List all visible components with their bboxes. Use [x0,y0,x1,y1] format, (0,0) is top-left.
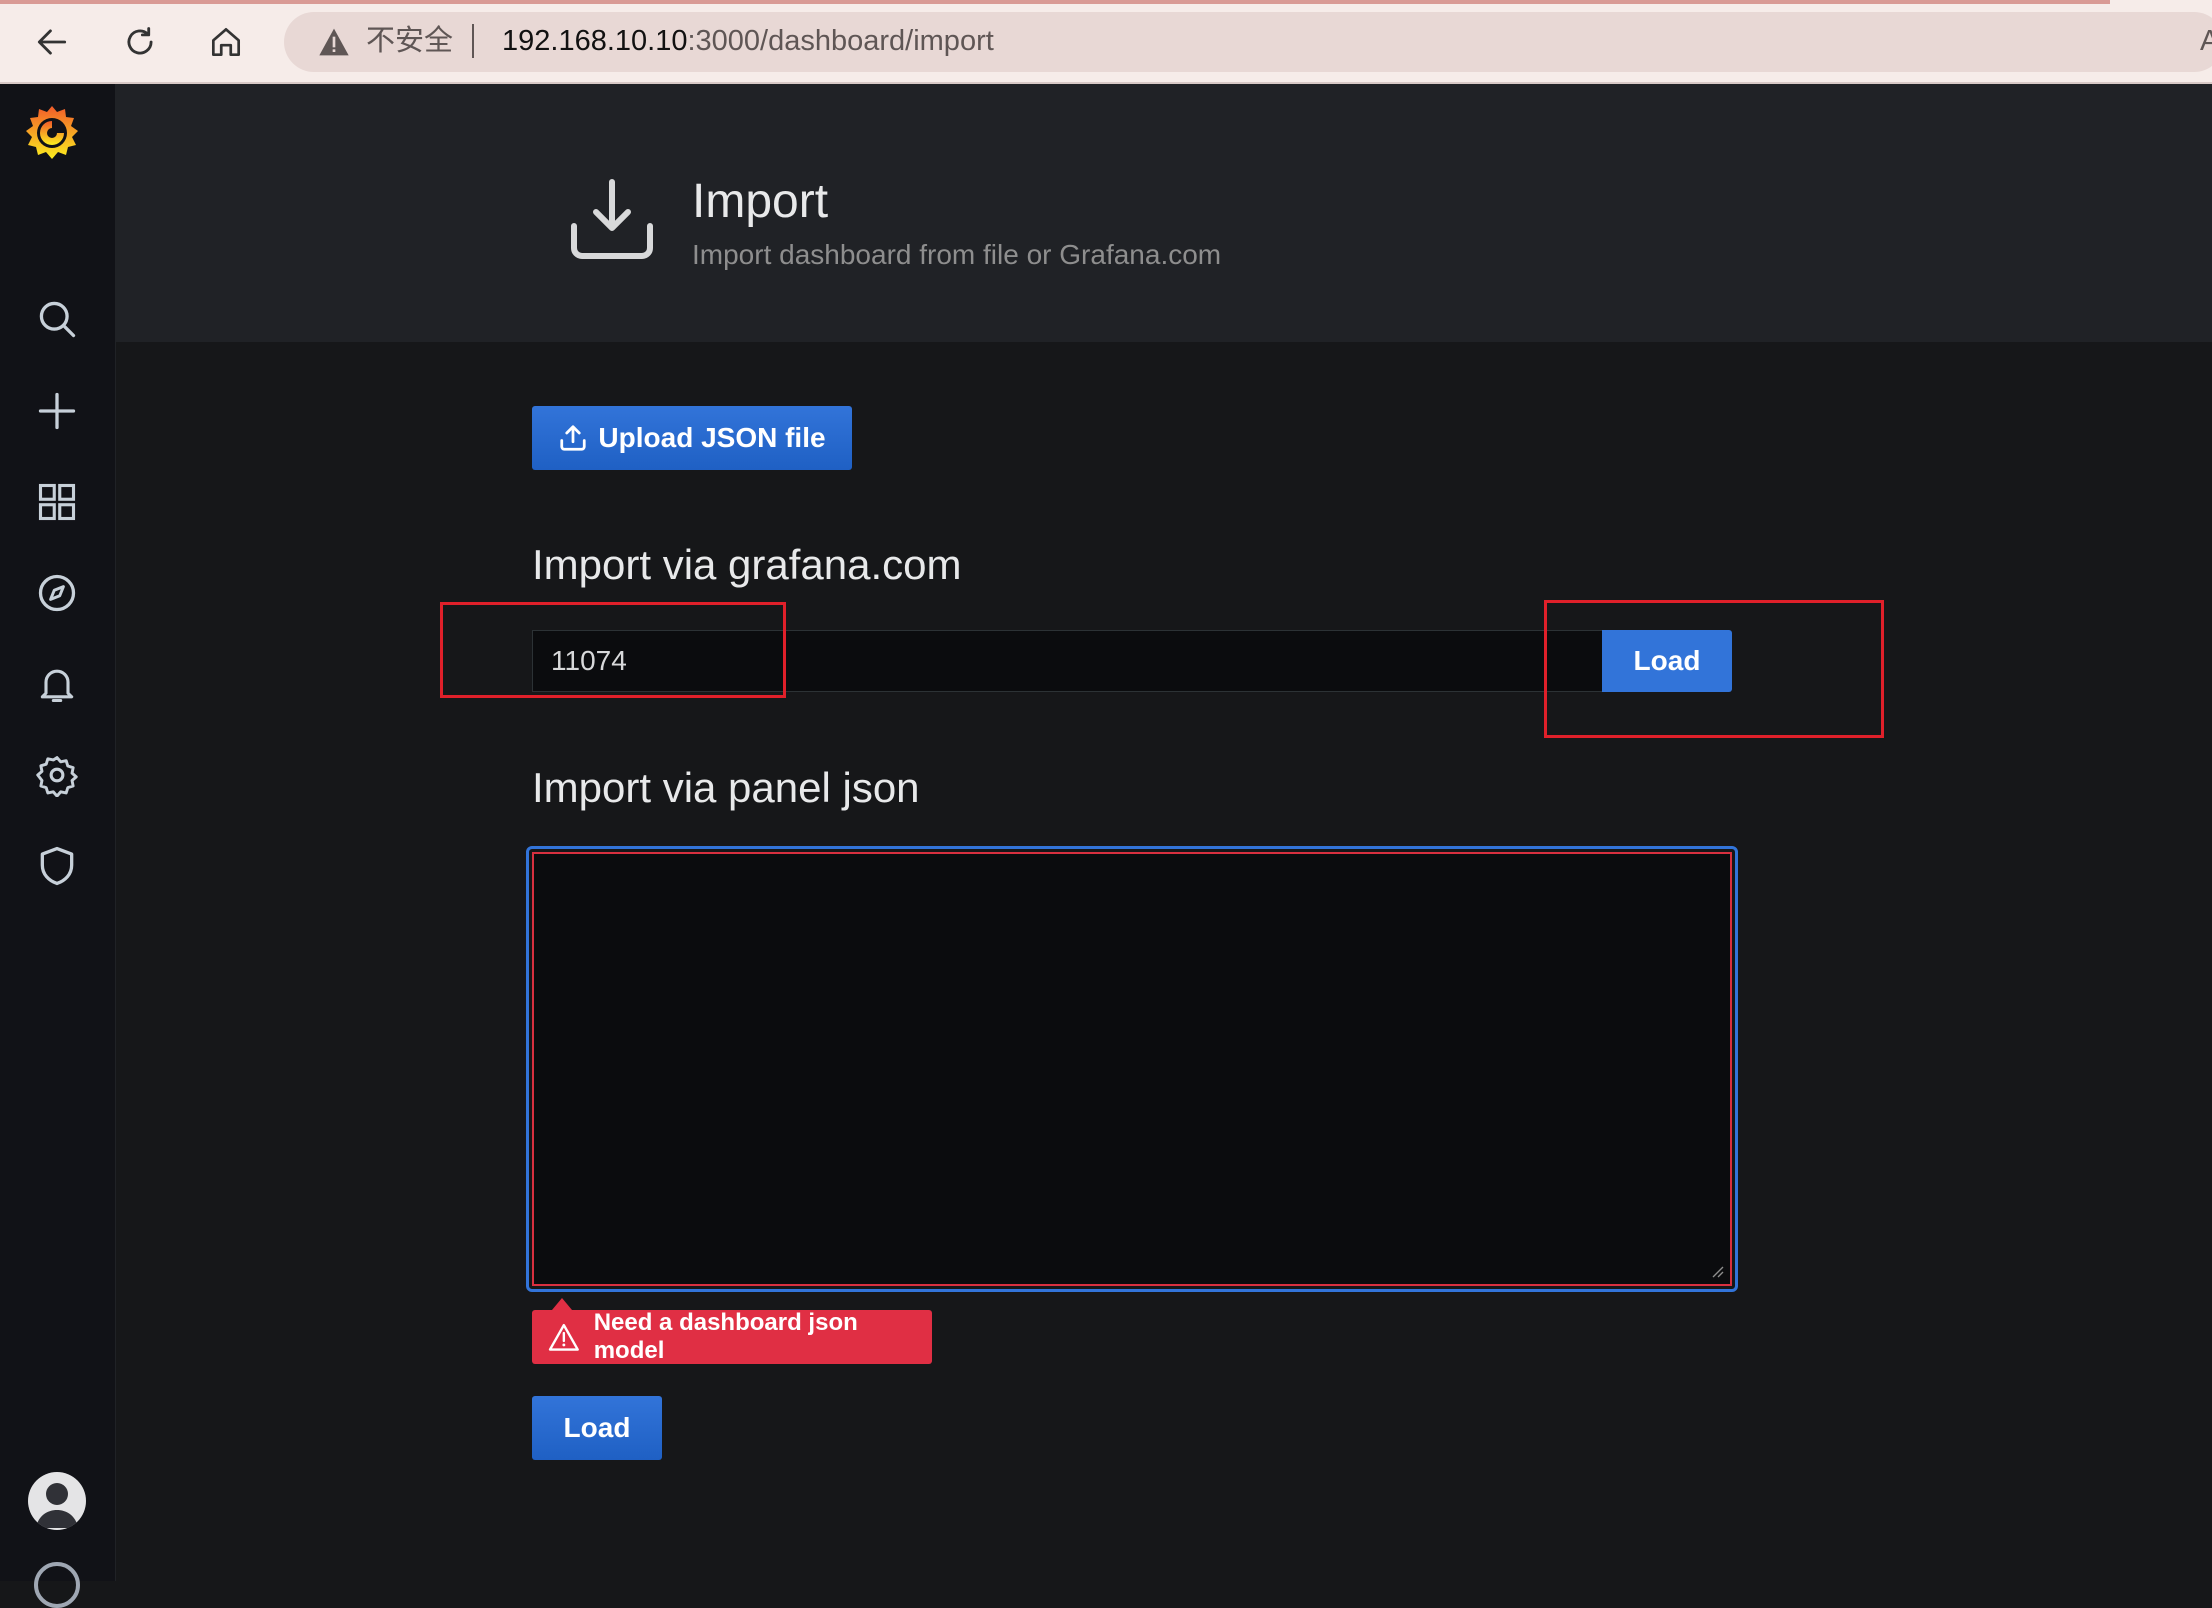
validation-error-text: Need a dashboard json model [593,1309,858,1364]
compass-icon [38,574,76,612]
sidebar-item-dashboards[interactable] [32,477,82,527]
tab-strip-accent [0,0,2110,4]
sidebar [0,84,116,1608]
warning-icon [319,28,349,56]
grafana-com-section-title: Import via grafana.com [532,541,962,588]
back-button[interactable] [30,20,74,64]
url-text: 192.168.10.10:3000/dashboard/import [502,24,994,58]
annotation-box-id [440,602,786,698]
page-header: Import Import dashboard from file or Gra… [116,84,2212,342]
browser-toolbar: 不安全 192.168.10.10:3000/dashboard/import … [0,0,2212,84]
sidebar-item-configuration[interactable] [32,750,82,800]
url-host: 192.168.10.10 [502,25,688,57]
sidebar-item-search[interactable] [32,294,82,344]
plus-icon [38,392,76,430]
insecure-label: 不安全 [366,25,454,57]
upload-icon [560,425,587,451]
gear-icon [36,756,78,797]
sidebar-item-alerting[interactable] [32,659,82,709]
upload-json-button[interactable]: Upload JSON file [532,406,852,470]
panel-json-load-button[interactable]: Load [532,1396,662,1460]
bell-icon [40,669,74,703]
upload-json-label: Upload JSON file [598,422,826,453]
panel-json-section-title: Import via panel json [532,764,920,811]
resize-handle-icon[interactable] [1708,1262,1724,1278]
search-icon [39,301,76,338]
validation-error-badge: Need a dashboard json model [532,1298,932,1364]
page-title: Import [692,175,829,228]
user-icon [36,1483,78,1528]
dashboards-icon [38,483,76,521]
address-bar[interactable]: 不安全 192.168.10.10:3000/dashboard/import … [284,12,2212,72]
annotation-box-load [1544,600,1884,738]
help-icon[interactable] [34,1562,80,1608]
address-extra-label: A [2200,25,2212,57]
warning-triangle-icon [548,1323,579,1351]
avatar[interactable] [28,1472,86,1530]
home-button[interactable] [204,20,248,64]
arrow-left-icon [37,29,67,55]
page-subtitle: Import dashboard from file or Grafana.co… [692,239,1222,270]
download-icon [571,179,653,259]
sidebar-item-create[interactable] [32,386,82,436]
sidebar-item-server-admin[interactable] [32,841,82,891]
reload-icon [127,27,153,55]
shield-icon [40,846,74,886]
url-path: :3000/dashboard/import [687,25,994,57]
home-icon [211,27,241,57]
address-separator [472,24,474,58]
panel-json-textarea[interactable] [532,852,1732,1286]
reload-button[interactable] [118,20,162,64]
grafana-logo-icon[interactable] [20,102,84,170]
sidebar-item-explore[interactable] [32,568,82,618]
